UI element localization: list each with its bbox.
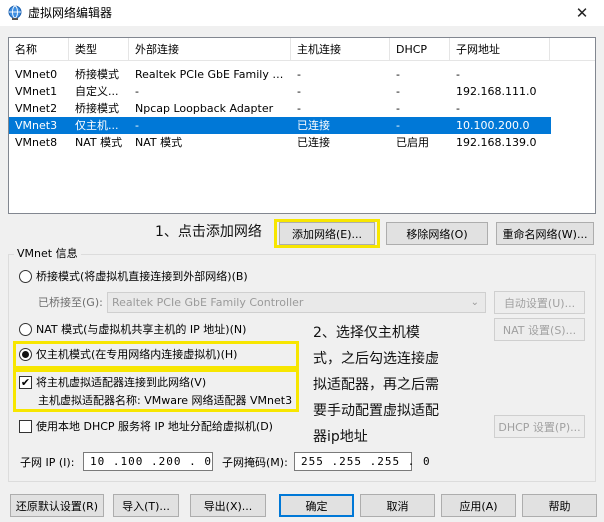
- title-bar: 虚拟网络编辑器 ✕: [0, 0, 604, 26]
- dhcp-label: 使用本地 DHCP 服务将 IP 地址分配给虚拟机(D): [36, 420, 273, 433]
- cell-host: 已连接: [297, 119, 330, 132]
- cell-type: 仅主机...: [75, 119, 119, 132]
- nat-settings-button[interactable]: NAT 设置(S)...: [494, 318, 585, 341]
- bridged-to-label: 已桥接至(G):: [38, 296, 103, 309]
- radio-hostonly[interactable]: [19, 348, 32, 361]
- cell-name: VMnet8: [15, 136, 58, 149]
- vmnet-info-title: VMnet 信息: [14, 247, 81, 261]
- subnet-mask-label: 子网掩码(M):: [222, 456, 288, 469]
- cell-host: -: [297, 102, 301, 115]
- radio-selected-dot: [22, 351, 29, 358]
- cell-subnet: -: [456, 68, 460, 81]
- cell-subnet: -: [456, 102, 460, 115]
- dhcp-settings-button[interactable]: DHCP 设置(P)...: [494, 415, 585, 438]
- bridged-to-value: Realtek PCIe GbE Family Controller: [112, 296, 304, 309]
- table-row-vmnet8[interactable]: VMnet8 NAT 模式 NAT 模式 已连接 已启用 192.168.139…: [9, 134, 551, 151]
- cancel-button[interactable]: 取消: [360, 494, 435, 517]
- cell-external: -: [135, 85, 139, 98]
- network-list[interactable]: 名称 类型 外部连接 主机连接 DHCP 子网地址 VMnet0 桥接模式 Re…: [8, 37, 596, 214]
- list-header: 名称 类型 外部连接 主机连接 DHCP 子网地址: [9, 38, 595, 61]
- cell-dhcp: -: [396, 85, 400, 98]
- cell-host: 已连接: [297, 136, 330, 149]
- column-header-external[interactable]: 外部连接: [129, 38, 291, 61]
- apply-button[interactable]: 应用(A): [441, 494, 516, 517]
- column-header-dhcp[interactable]: DHCP: [390, 38, 450, 61]
- cell-type: 自定义...: [75, 85, 119, 98]
- radio-nat[interactable]: [19, 323, 32, 336]
- subnet-ip-label: 子网 IP (I):: [20, 456, 75, 469]
- checkbox-connect-adapter[interactable]: ✔: [19, 376, 32, 389]
- hostonly-mode-label: 仅主机模式(在专用网络内连接虚拟机)(H): [36, 348, 238, 361]
- cell-dhcp: -: [396, 102, 400, 115]
- column-header-type[interactable]: 类型: [69, 38, 129, 61]
- annotation-step2-line4: 要手动配置虚拟适配: [313, 403, 439, 419]
- cell-external: Npcap Loopback Adapter: [135, 102, 274, 115]
- chevron-down-icon: ⌄: [470, 297, 479, 308]
- subnet-mask-field[interactable]: 255 .255 .255 . 0: [294, 452, 430, 471]
- cell-type: 桥接模式: [75, 68, 119, 81]
- bridged-to-select[interactable]: Realtek PCIe GbE Family Controller ⌄: [107, 292, 486, 313]
- connect-adapter-label: 将主机虚拟适配器连接到此网络(V): [36, 376, 207, 389]
- table-row-vmnet0[interactable]: VMnet0 桥接模式 Realtek PCIe GbE Family Co..…: [9, 66, 551, 83]
- cell-name: VMnet0: [15, 68, 58, 81]
- annotation-step2-line3: 拟适配器，再之后需: [313, 377, 439, 393]
- export-button[interactable]: 导出(X)...: [190, 494, 266, 517]
- adapter-name-label: 主机虚拟适配器名称: VMware 网络适配器 VMnet3: [38, 394, 293, 407]
- annotation-step1: 1、点击添加网络: [155, 224, 262, 240]
- column-header-name[interactable]: 名称: [9, 38, 69, 61]
- cell-name: VMnet1: [15, 85, 58, 98]
- cell-subnet: 192.168.139.0: [456, 136, 537, 149]
- help-button[interactable]: 帮助: [522, 494, 597, 517]
- cell-host: -: [297, 68, 301, 81]
- remove-network-button[interactable]: 移除网络(O): [386, 222, 488, 245]
- cell-subnet: 192.168.111.0: [456, 85, 537, 98]
- cell-name: VMnet3: [15, 119, 58, 132]
- checkbox-dhcp[interactable]: [19, 420, 32, 433]
- cell-dhcp: -: [396, 119, 400, 132]
- annotation-step2-line5: 器ip地址: [313, 429, 368, 445]
- cell-external: Realtek PCIe GbE Family Co...: [135, 68, 291, 81]
- cell-external: -: [135, 119, 139, 132]
- table-row-vmnet3[interactable]: VMnet3 仅主机... - 已连接 - 10.100.200.0: [9, 117, 551, 134]
- cell-subnet: 10.100.200.0: [456, 119, 530, 132]
- rename-network-button[interactable]: 重命名网络(W)...: [496, 222, 594, 245]
- import-button[interactable]: 导入(T)...: [113, 494, 179, 517]
- auto-settings-button[interactable]: 自动设置(U)...: [494, 291, 585, 314]
- annotation-step2-line2: 式，之后勾选连接虚: [313, 351, 439, 367]
- cell-type: NAT 模式: [75, 136, 123, 149]
- nat-mode-label: NAT 模式(与虚拟机共享主机的 IP 地址)(N): [36, 323, 247, 336]
- close-icon: ✕: [575, 4, 589, 22]
- column-header-host[interactable]: 主机连接: [291, 38, 390, 61]
- cell-dhcp: 已启用: [396, 136, 429, 149]
- cell-host: -: [297, 85, 301, 98]
- globe-network-icon: [7, 5, 23, 21]
- bridged-mode-label: 桥接模式(将虚拟机直接连接到外部网络)(B): [36, 270, 248, 283]
- check-icon: ✔: [20, 376, 31, 389]
- cell-dhcp: -: [396, 68, 400, 81]
- add-network-button[interactable]: 添加网络(E)...: [279, 222, 375, 245]
- close-button[interactable]: ✕: [560, 0, 604, 26]
- annotation-step2-line1: 2、选择仅主机模: [313, 325, 420, 341]
- column-header-subnet[interactable]: 子网地址: [450, 38, 550, 61]
- cell-type: 桥接模式: [75, 102, 119, 115]
- cell-name: VMnet2: [15, 102, 58, 115]
- subnet-ip-field[interactable]: 10 .100 .200 . 0: [83, 452, 213, 471]
- table-row-vmnet2[interactable]: VMnet2 桥接模式 Npcap Loopback Adapter - - -: [9, 100, 551, 117]
- restore-defaults-button[interactable]: 还原默认设置(R): [10, 494, 104, 517]
- window-title: 虚拟网络编辑器: [28, 6, 113, 20]
- ok-button[interactable]: 确定: [279, 494, 354, 517]
- table-row-vmnet1[interactable]: VMnet1 自定义... - - - 192.168.111.0: [9, 83, 551, 100]
- cell-external: NAT 模式: [135, 136, 183, 149]
- radio-bridged[interactable]: [19, 270, 32, 283]
